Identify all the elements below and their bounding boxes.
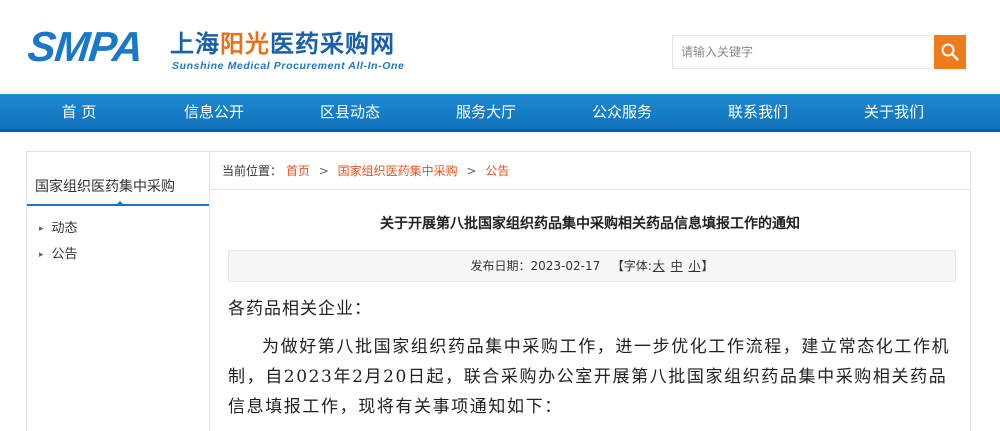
search-input[interactable]: [672, 35, 930, 69]
breadcrumb-separator: >: [466, 164, 477, 178]
sidebar-item-announcement[interactable]: ▸ 公告: [27, 242, 209, 268]
left-sidebar: 国家组织医药集中采购 ▸ 动态 ▸ 公告: [26, 151, 210, 431]
bullet-arrow-icon: ▸: [39, 224, 44, 234]
sidebar-item-label: 动态: [51, 221, 78, 236]
breadcrumb-label: 当前位置：: [222, 164, 283, 178]
article-paragraph: 为做好第八批国家组织药品集中采购工作，进一步优化工作流程，建立常态化工作机制，自…: [228, 337, 951, 417]
breadcrumb-separator: >: [318, 164, 329, 178]
font-size-large-link[interactable]: 大: [653, 259, 665, 273]
sidebar-list: ▸ 动态 ▸ 公告: [27, 206, 209, 268]
site-header: SMPA 上海阳光医药采购网 Sunshine Medical Procurem…: [0, 0, 1000, 94]
nav-item-public-service[interactable]: 公众服务: [554, 94, 690, 130]
logo-smpa-text: SMPA: [25, 23, 145, 70]
breadcrumb: 当前位置： 首页 > 国家组织医药集中采购 > 公告: [210, 152, 970, 190]
logo-english-name: Sunshine Medical Procurement All-In-One: [172, 60, 405, 72]
font-size-label-close: 】: [701, 259, 714, 273]
search-icon: [941, 43, 959, 61]
logo-cn-part1: 上海: [170, 30, 220, 58]
site-logo[interactable]: SMPA 上海阳光医药采购网 Sunshine Medical Procurem…: [25, 23, 428, 76]
sidebar-title-pointer: [115, 201, 125, 206]
search-box: [672, 35, 966, 69]
sidebar-title: 国家组织医药集中采购: [27, 152, 209, 206]
article-title: 关于开展第八批国家组织药品集中采购相关药品信息填报工作的通知: [380, 216, 800, 232]
font-size-medium-link[interactable]: 中: [671, 259, 683, 273]
sidebar-item-label: 公告: [51, 247, 78, 262]
logo-chinese-name: 上海阳光医药采购网: [170, 30, 395, 58]
search-button[interactable]: [934, 35, 966, 69]
font-size-label-open: 【字体:: [611, 259, 652, 273]
nav-item-contact[interactable]: 联系我们: [690, 94, 826, 130]
nav-item-info-public[interactable]: 信息公开: [146, 94, 282, 130]
nav-item-home[interactable]: 首 页: [12, 94, 146, 130]
article-greeting: 各药品相关企业：: [228, 299, 372, 319]
publish-date: 2023-02-17: [530, 259, 601, 273]
nav-item-service-hall[interactable]: 服务大厅: [418, 94, 554, 130]
logo-cn-part3: 医药采购网: [270, 30, 395, 58]
breadcrumb-link-announcement[interactable]: 公告: [485, 164, 509, 178]
sidebar-title-text: 国家组织医药集中采购: [35, 179, 175, 195]
date-label: 发布日期：: [470, 259, 531, 273]
bullet-arrow-icon: ▸: [39, 250, 44, 260]
breadcrumb-link-home[interactable]: 首页: [286, 164, 310, 178]
main-nav: 首 页 信息公开 区县动态 服务大厅 公众服务 联系我们 关于我们: [0, 94, 1000, 132]
article-body: 各药品相关企业： 为做好第八批国家组织药品集中采购工作，进一步优化工作流程，建立…: [210, 294, 970, 422]
logo-cn-part2: 阳光: [220, 30, 270, 58]
nav-item-about[interactable]: 关于我们: [826, 94, 962, 130]
main-content: 当前位置： 首页 > 国家组织医药集中采购 > 公告 关于开展第八批国家组织药品…: [209, 151, 971, 431]
font-size-small-link[interactable]: 小: [688, 259, 700, 273]
article-meta: 发布日期：2023-02-17 【字体:大 中 小】: [228, 250, 956, 282]
nav-item-district-news[interactable]: 区县动态: [282, 94, 418, 130]
breadcrumb-link-procurement[interactable]: 国家组织医药集中采购: [338, 164, 458, 178]
sidebar-item-news[interactable]: ▸ 动态: [27, 216, 209, 242]
